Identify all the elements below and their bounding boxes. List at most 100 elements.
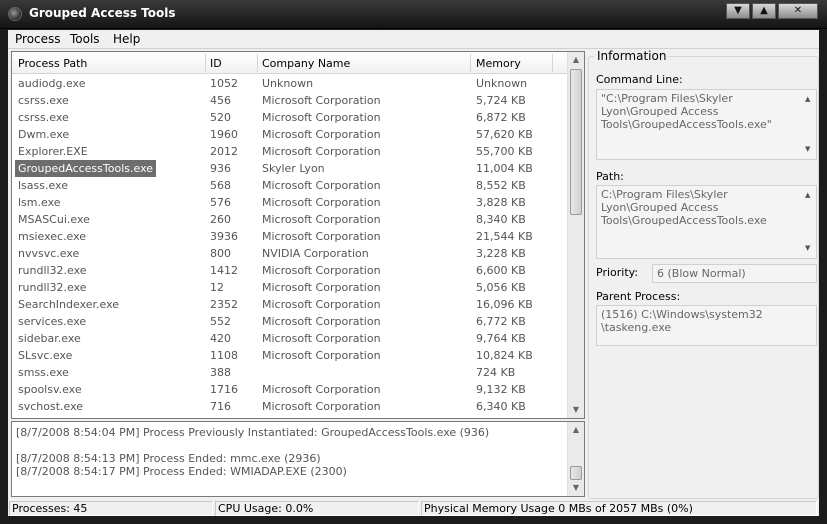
memory-cell: 6,772 KB [476,315,526,328]
column-divider[interactable] [470,54,471,72]
column-divider[interactable] [552,54,553,72]
table-row[interactable]: csrss.exe 520 Microsoft Corporation 6,872 K… [12,109,568,126]
company-name-cell: Microsoft Corporation [262,281,381,294]
list-header: Process Path ID Company Name Memory [12,52,568,74]
scroll-down-arrow-icon[interactable]: ▼ [805,242,810,255]
process-path-cell: SearchIndexer.exe [18,298,120,311]
field-scrollbar[interactable]: ▲ ▼ [802,186,816,258]
process-path-cell: SLsvc.exe [18,349,73,362]
status-bar: Processes: 45 CPU Usage: 0.0% Physical M… [8,500,819,516]
table-row[interactable]: audiodg.exe 1052 Unknown Unknown [12,75,568,92]
process-path-cell: msiexec.exe [18,230,87,243]
scroll-up-arrow-icon[interactable]: ▲ [568,422,584,438]
column-divider[interactable] [205,54,206,72]
process-path-cell: audiodg.exe [18,77,86,90]
memory-cell: 21,544 KB [476,230,533,243]
table-row[interactable]: nvvsvc.exe 800 NVIDIA Corporation 3,228 KB [12,245,568,262]
company-name-cell: Skyler Lyon [262,162,325,175]
path-field[interactable]: C:\Program Files\Skyler Lyon\Grouped Acc… [596,185,817,259]
priority-label: Priority: [596,266,639,279]
process-id-cell: 800 [210,247,231,260]
information-panel: Information Command Line: "C:\Program Fi… [588,49,819,499]
company-name-cell: Microsoft Corporation [262,400,381,413]
log-scrollbar[interactable]: ▲ ▼ [567,422,584,496]
memory-cell: 6,340 KB [476,400,526,413]
info-legend: Information [594,49,670,63]
table-row[interactable]: spoolsv.exe 1716 Microsoft Corporation 9,13… [12,381,568,398]
client-area: Process Path ID Company Name Memory audi… [8,49,819,516]
table-row[interactable]: smss.exe 388 724 KB [12,364,568,381]
process-id-cell: 1052 [210,77,238,90]
command-line-field[interactable]: "C:\Program Files\Skyler Lyon\Grouped Ac… [596,89,817,160]
process-id-cell: 456 [210,94,231,107]
parent-process-field[interactable]: (1516) C:\Windows\system32 \taskeng.exe [596,305,817,346]
menu-process[interactable]: Process [15,32,61,46]
field-scrollbar[interactable]: ▲ ▼ [802,90,816,159]
process-id-cell: 936 [210,162,231,175]
process-path-cell: spoolsv.exe [18,383,82,396]
path-label: Path: [596,170,624,183]
column-header-process-path[interactable]: Process Path [18,57,87,70]
process-id-cell: 568 [210,179,231,192]
process-list-scrollbar[interactable]: ▲ ▼ [567,52,584,418]
title-bar[interactable]: Grouped Access Tools ▼ ▲ ✕ [0,0,827,29]
column-header-company[interactable]: Company Name [262,57,350,70]
table-row[interactable]: services.exe 552 Microsoft Corporation 6,77… [12,313,568,330]
menu-help[interactable]: Help [113,32,140,46]
scroll-up-arrow-icon[interactable]: ▲ [805,93,810,106]
process-path-cell: services.exe [18,315,87,328]
minimize-button[interactable]: ▼ [726,3,750,19]
table-row[interactable]: rundll32.exe 1412 Microsoft Corporation 6,6… [12,262,568,279]
priority-field[interactable]: 6 (Blow Normal) [652,264,817,283]
process-id-cell: 260 [210,213,231,226]
column-divider[interactable] [257,54,258,72]
command-line-text: "C:\Program Files\Skyler [601,92,733,105]
table-row[interactable]: Dwm.exe 1960 Microsoft Corporation 57,620 K… [12,126,568,143]
process-id-cell: 3936 [210,230,238,243]
company-name-cell: Microsoft Corporation [262,315,381,328]
table-row[interactable]: Explorer.EXE 2012 Microsoft Corporation 55,… [12,143,568,160]
process-path-cell: rundll32.exe [18,264,87,277]
scroll-down-arrow-icon[interactable]: ▼ [568,402,584,418]
status-memory: Physical Memory Usage 0 MBs of 2057 MBs … [421,501,817,516]
scroll-down-arrow-icon[interactable]: ▼ [805,143,810,156]
table-row[interactable]: SLsvc.exe 1108 Microsoft Corporation 10,824… [12,347,568,364]
table-row[interactable]: csrss.exe 456 Microsoft Corporation 5,724 K… [12,92,568,109]
table-row[interactable]: SearchIndexer.exe 2352 Microsoft Corporati… [12,296,568,313]
close-button[interactable]: ✕ [778,3,818,19]
event-log[interactable]: [8/7/2008 8:54:04 PM] Process Previously… [11,421,585,497]
table-row[interactable]: MSASCui.exe 260 Microsoft Corporation 8,340… [12,211,568,228]
table-row[interactable]: msiexec.exe 3936 Microsoft Corporation 21,5… [12,228,568,245]
command-line-text: Lyon\Grouped Access [601,105,719,118]
table-row[interactable]: GroupedAccessTools.exe 936 Skyler Lyon 11,0… [12,160,568,177]
menu-tools[interactable]: Tools [70,32,100,46]
column-header-memory[interactable]: Memory [476,57,521,70]
scroll-thumb[interactable] [570,466,582,480]
scroll-up-arrow-icon[interactable]: ▲ [805,189,810,202]
scroll-down-arrow-icon[interactable]: ▼ [568,480,584,496]
process-path-cell: lsm.exe [18,196,61,209]
scroll-thumb[interactable] [570,69,582,215]
memory-cell: 8,552 KB [476,179,526,192]
table-row[interactable]: lsm.exe 576 Microsoft Corporation 3,828 KB [12,194,568,211]
process-id-cell: 576 [210,196,231,209]
table-row[interactable]: sidebar.exe 420 Microsoft Corporation 9,764… [12,330,568,347]
maximize-button[interactable]: ▲ [752,3,776,19]
parent-process-text: (1516) C:\Windows\system32 [601,308,763,321]
company-name-cell: Microsoft Corporation [262,298,381,311]
table-row[interactable]: lsass.exe 568 Microsoft Corporation 8,552 K… [12,177,568,194]
scroll-up-arrow-icon[interactable]: ▲ [568,52,584,68]
path-text: Tools\GroupedAccessTools.exe [601,214,767,227]
table-row[interactable]: svchost.exe 716 Microsoft Corporation 6,340… [12,398,568,415]
column-header-id[interactable]: ID [210,57,222,70]
process-list[interactable]: Process Path ID Company Name Memory audi… [11,51,585,419]
path-text: C:\Program Files\Skyler [601,188,728,201]
company-name-cell: Microsoft Corporation [262,94,381,107]
menu-bar: Process Tools Help [8,30,819,49]
status-processes: Processes: 45 [9,501,213,516]
log-line: [8/7/2008 8:54:13 PM] Process Ended: mmc… [16,452,321,465]
memory-cell: 16,096 KB [476,298,533,311]
memory-cell: Unknown [476,77,528,90]
table-row[interactable]: rundll32.exe 12 Microsoft Corporation 5,056… [12,279,568,296]
process-path-cell: svchost.exe [18,400,84,413]
